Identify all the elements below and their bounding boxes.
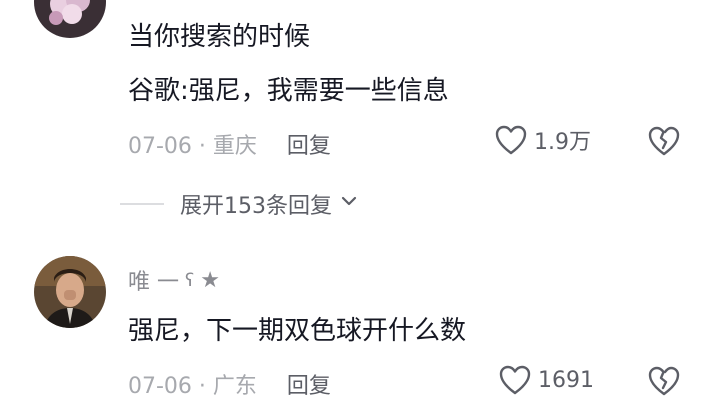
like-count: 1.9万 [534, 130, 591, 155]
comment-text-line-2: 谷歌:强尼，我需要一些信息 [128, 76, 449, 106]
expand-replies-button[interactable]: 展开153条回复 [120, 188, 360, 220]
comment-text-line-1: 当你搜索的时候 [128, 22, 311, 52]
star-icon: ★ [200, 267, 220, 293]
broken-heart-icon [648, 366, 680, 396]
comment-meta: 07-06 · 重庆 回复 [128, 128, 331, 160]
author-name: 唯 一 [128, 270, 179, 295]
chevron-down-icon [338, 190, 360, 218]
like-button[interactable]: 1.9万 [494, 124, 591, 156]
dislike-button[interactable] [646, 124, 682, 158]
comment-item-1: 当你搜索的时候 谷歌:强尼，我需要一些信息 07-06 · 重庆 回复 1.9万 [0, 0, 720, 175]
comment-author[interactable]: 唯 一 ʕ ★ [128, 264, 220, 296]
comment-item-2: 唯 一 ʕ ★ 强尼，下一期双色球开什么数 07-06 · 广东 回复 1691 [0, 240, 720, 405]
comment-meta: 07-06 · 广东 回复 [128, 368, 331, 400]
like-button[interactable]: 1691 [498, 364, 594, 396]
divider-line [120, 203, 164, 205]
avatar[interactable] [34, 256, 106, 328]
heart-outline-icon [495, 125, 527, 155]
heart-outline-icon [499, 365, 531, 395]
reply-button[interactable]: 回复 [287, 134, 331, 159]
comment-text: 强尼，下一期双色球开什么数 [128, 316, 467, 346]
reply-button[interactable]: 回复 [287, 374, 331, 399]
like-count: 1691 [538, 367, 594, 393]
expand-replies-label: 展开153条回复 [180, 194, 332, 219]
broken-heart-icon [648, 126, 680, 156]
avatar[interactable] [34, 0, 106, 38]
comment-date-location: 07-06 · 重庆 [128, 134, 257, 159]
dislike-button[interactable] [646, 364, 682, 398]
emoticon-icon: ʕ [185, 269, 195, 291]
comment-date-location: 07-06 · 广东 [128, 374, 257, 399]
